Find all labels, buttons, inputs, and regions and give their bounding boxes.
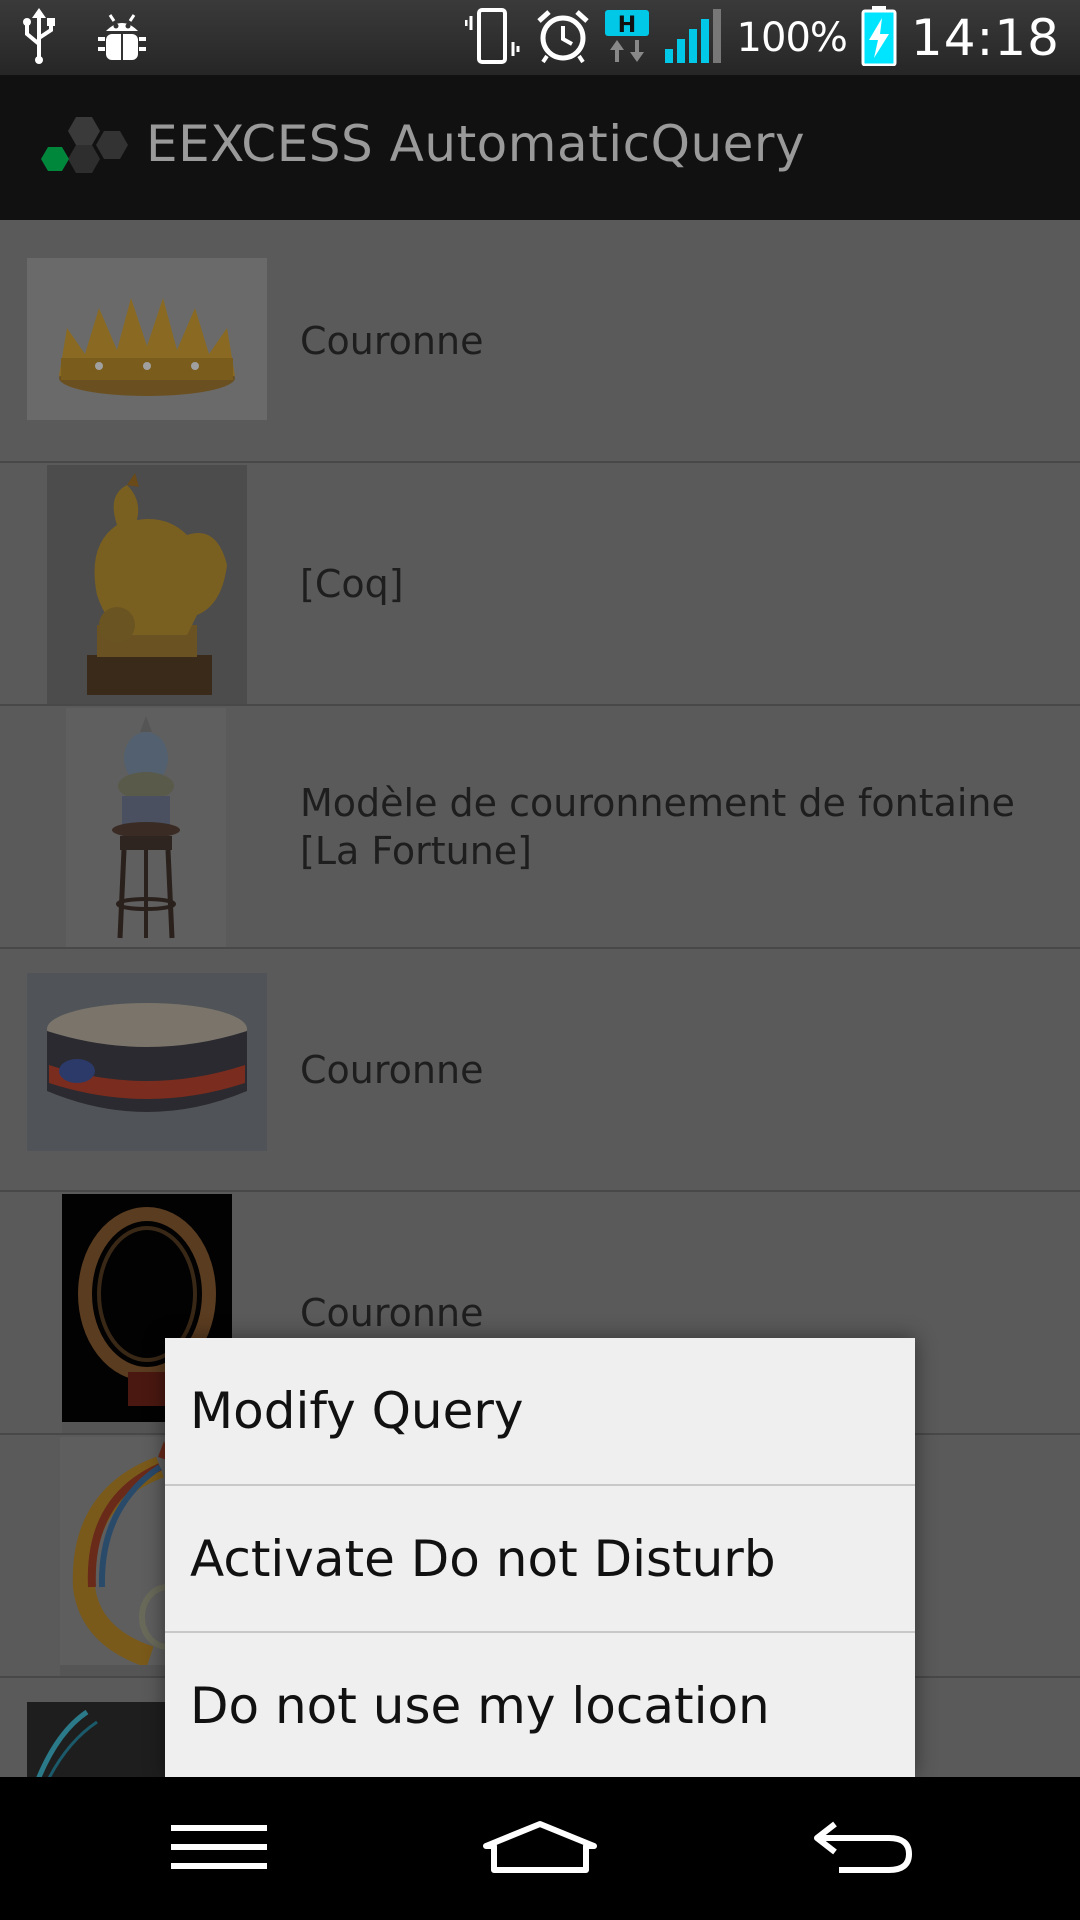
home-button[interactable] — [440, 1777, 640, 1920]
menu-button[interactable] — [119, 1777, 319, 1920]
clock: 14:18 — [910, 8, 1060, 67]
back-icon — [809, 1818, 915, 1880]
navigation-bar — [0, 1777, 1080, 1920]
app-title: EEXCESS AutomaticQuery — [146, 115, 806, 173]
rooster-statue-thumb — [47, 465, 247, 704]
location-option[interactable]: Do not use my location — [165, 1633, 915, 1777]
crown-gold-thumb — [27, 258, 267, 420]
back-button[interactable] — [762, 1777, 962, 1920]
battery-percent: 100% — [736, 14, 848, 61]
usb-icon — [22, 8, 56, 68]
network-h-icon: H — [604, 6, 649, 70]
action-bar: EEXCESS AutomaticQuery — [0, 75, 1080, 220]
svg-text:H: H — [617, 13, 635, 38]
status-bar: H 100% 14:18 — [0, 0, 1080, 75]
signal-icon — [663, 7, 723, 69]
list-item[interactable]: Couronne — [0, 220, 1080, 463]
vibrate-icon — [464, 6, 521, 70]
item-title: Couronne — [300, 318, 484, 363]
item-title: Couronne — [300, 1047, 484, 1092]
eexcess-logo-icon — [36, 111, 136, 191]
context-menu: Modify Query Activate Do not Disturb Do … — [165, 1338, 915, 1777]
list-item[interactable]: [Coq] — [0, 463, 1080, 706]
home-icon — [482, 1820, 598, 1878]
menu-icon — [171, 1823, 267, 1875]
list-item[interactable]: Couronne — [0, 949, 1080, 1192]
list-item[interactable]: Modèle de couronnement de fontaine [La F… — [0, 706, 1080, 949]
modify-query-option[interactable]: Modify Query — [165, 1338, 915, 1484]
do-not-disturb-option[interactable]: Activate Do not Disturb — [165, 1486, 915, 1632]
item-title: [Coq] — [300, 561, 404, 606]
debug-icon — [96, 9, 148, 67]
alarm-icon — [535, 7, 591, 69]
item-title: Modèle de couronnement de fontaine [La F… — [300, 780, 1015, 873]
battery-charging-icon — [861, 5, 897, 70]
fountain-model-thumb — [66, 708, 226, 947]
feather-crown-thumb — [27, 973, 267, 1169]
